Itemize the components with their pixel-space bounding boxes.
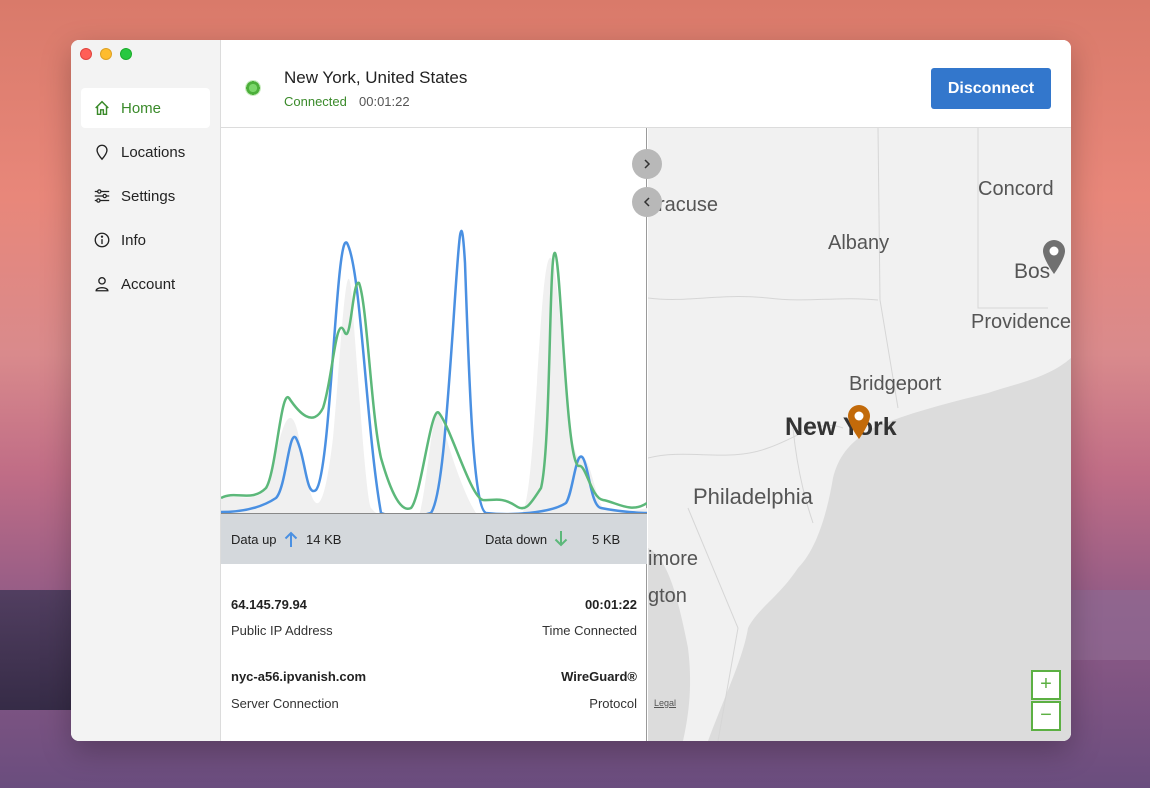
map-label-concord: Concord xyxy=(978,178,1054,200)
map-label-baltimore: imore xyxy=(648,548,699,570)
arrow-up-icon xyxy=(284,531,298,547)
map-label-washington: gton xyxy=(648,585,687,607)
connected-status-icon xyxy=(245,80,261,96)
server-caption: Server Connection xyxy=(231,696,339,711)
protocol-caption: Protocol xyxy=(589,696,637,711)
chevron-left-icon xyxy=(643,197,650,207)
connected-location: New York, United States xyxy=(284,68,468,87)
map-label-philadelphia: Philadelphia xyxy=(693,484,813,509)
server-map[interactable]: yracuse Concord Albany Bos Providence Br… xyxy=(648,128,1071,741)
public-ip-value: 64.145.79.94 xyxy=(231,597,307,612)
download-area-2 xyxy=(521,257,647,514)
expand-panel-button[interactable] xyxy=(632,149,662,179)
map-label-new-york: New York xyxy=(785,413,897,441)
download-area xyxy=(221,279,491,514)
data-usage-bar: Data up 14 KB Data down 5 KB xyxy=(221,514,647,564)
active-server-pin-icon[interactable] xyxy=(846,404,872,440)
data-down-value: 5 KB xyxy=(592,532,621,547)
sidebar-nav: Home Locations Settings Info Account xyxy=(81,88,210,308)
sidebar-item-account[interactable]: Account xyxy=(81,264,210,304)
zoom-in-button[interactable]: + xyxy=(1031,670,1061,700)
background-pier xyxy=(0,590,75,710)
map-legal-link[interactable]: Legal xyxy=(654,698,676,708)
sidebar-item-label: Home xyxy=(121,99,162,117)
connection-header: New York, United States Connected 00:01:… xyxy=(221,40,1071,128)
sidebar-item-info[interactable]: Info xyxy=(81,220,210,260)
connection-details-panel: Data up 14 KB Data down 5 KB 64.145.79.9… xyxy=(221,128,647,741)
sidebar-item-label: Account xyxy=(121,275,176,293)
background-city xyxy=(1070,590,1150,660)
location-pin-icon xyxy=(96,144,108,161)
sidebar-item-label: Settings xyxy=(121,187,176,205)
sidebar-item-locations[interactable]: Locations xyxy=(81,132,210,172)
collapse-panel-button[interactable] xyxy=(632,187,662,217)
sidebar-item-settings[interactable]: Settings xyxy=(81,176,210,216)
zoom-window-button[interactable] xyxy=(120,48,132,60)
map-label-albany: Albany xyxy=(828,232,890,254)
data-up-value: 14 KB xyxy=(306,532,342,547)
data-down-label: Data down xyxy=(485,532,548,547)
sidebar-item-home[interactable]: Home xyxy=(81,88,210,128)
chevron-right-icon xyxy=(644,159,651,169)
map-label-bridgeport: Bridgeport xyxy=(849,373,942,395)
user-icon xyxy=(95,277,109,292)
time-connected-value: 00:01:22 xyxy=(584,597,637,612)
sidebar-item-label: Info xyxy=(121,231,147,249)
server-value: nyc-a56.ipvanish.com xyxy=(231,669,367,684)
public-ip-caption: Public IP Address xyxy=(231,623,333,638)
bay xyxy=(648,548,691,741)
connection-status: Connected xyxy=(284,94,347,109)
zoom-out-button[interactable]: − xyxy=(1031,701,1061,731)
close-window-button[interactable] xyxy=(80,48,92,60)
home-icon xyxy=(95,100,109,116)
minimize-window-button[interactable] xyxy=(100,48,112,60)
disconnect-button[interactable]: Disconnect xyxy=(931,68,1051,109)
protocol-value: WireGuard® xyxy=(561,669,637,684)
window-controls xyxy=(80,48,132,60)
sidebar-item-label: Locations xyxy=(121,143,186,161)
sliders-icon xyxy=(94,189,110,203)
traffic-graph xyxy=(221,229,647,514)
connection-timer: 00:01:22 xyxy=(359,94,410,109)
data-up-label: Data up xyxy=(231,532,277,547)
app-window: Home Locations Settings Info Account New… xyxy=(71,40,1071,741)
arrow-down-icon xyxy=(554,531,568,547)
info-icon xyxy=(94,232,110,248)
sidebar: Home Locations Settings Info Account xyxy=(71,40,221,741)
server-pin-boston-icon[interactable] xyxy=(1041,239,1067,275)
connection-info-grid: 64.145.79.94 Public IP Address 00:01:22 … xyxy=(221,564,647,741)
time-connected-caption: Time Connected xyxy=(542,623,637,638)
map-label-providence: Providence xyxy=(971,311,1071,333)
